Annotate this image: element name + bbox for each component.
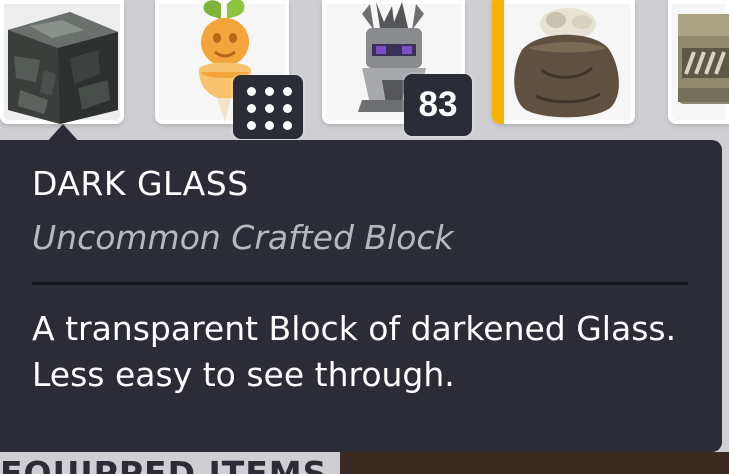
- stone-block-icon: [8, 12, 118, 124]
- grid-dots-icon: [247, 87, 292, 130]
- item-name: DARK GLASS: [32, 164, 249, 203]
- right-edge-strip: [722, 140, 729, 452]
- sack-icon: [514, 8, 619, 118]
- inventory-slot-sack[interactable]: [492, 0, 635, 124]
- quantity-badge: 83: [404, 74, 472, 136]
- item-rarity-type: Uncommon Crafted Block: [32, 218, 454, 257]
- equipped-items-heading: EQUIPPED ITEMS: [0, 452, 330, 474]
- stack-grid-badge[interactable]: [233, 75, 303, 139]
- metal-crate-icon: [678, 14, 729, 104]
- equipped-preview-panel: [340, 452, 729, 474]
- item-tooltip: DARK GLASS Uncommon Crafted Block A tran…: [0, 140, 722, 452]
- item-description: A transparent Block of darkened Glass. L…: [32, 309, 677, 394]
- equipped-items-label: EQUIPPED ITEMS: [0, 454, 328, 474]
- inventory-slot-crate[interactable]: [668, 0, 729, 124]
- inventory-slot-dark-glass[interactable]: [0, 0, 124, 124]
- tooltip-divider: [32, 282, 688, 285]
